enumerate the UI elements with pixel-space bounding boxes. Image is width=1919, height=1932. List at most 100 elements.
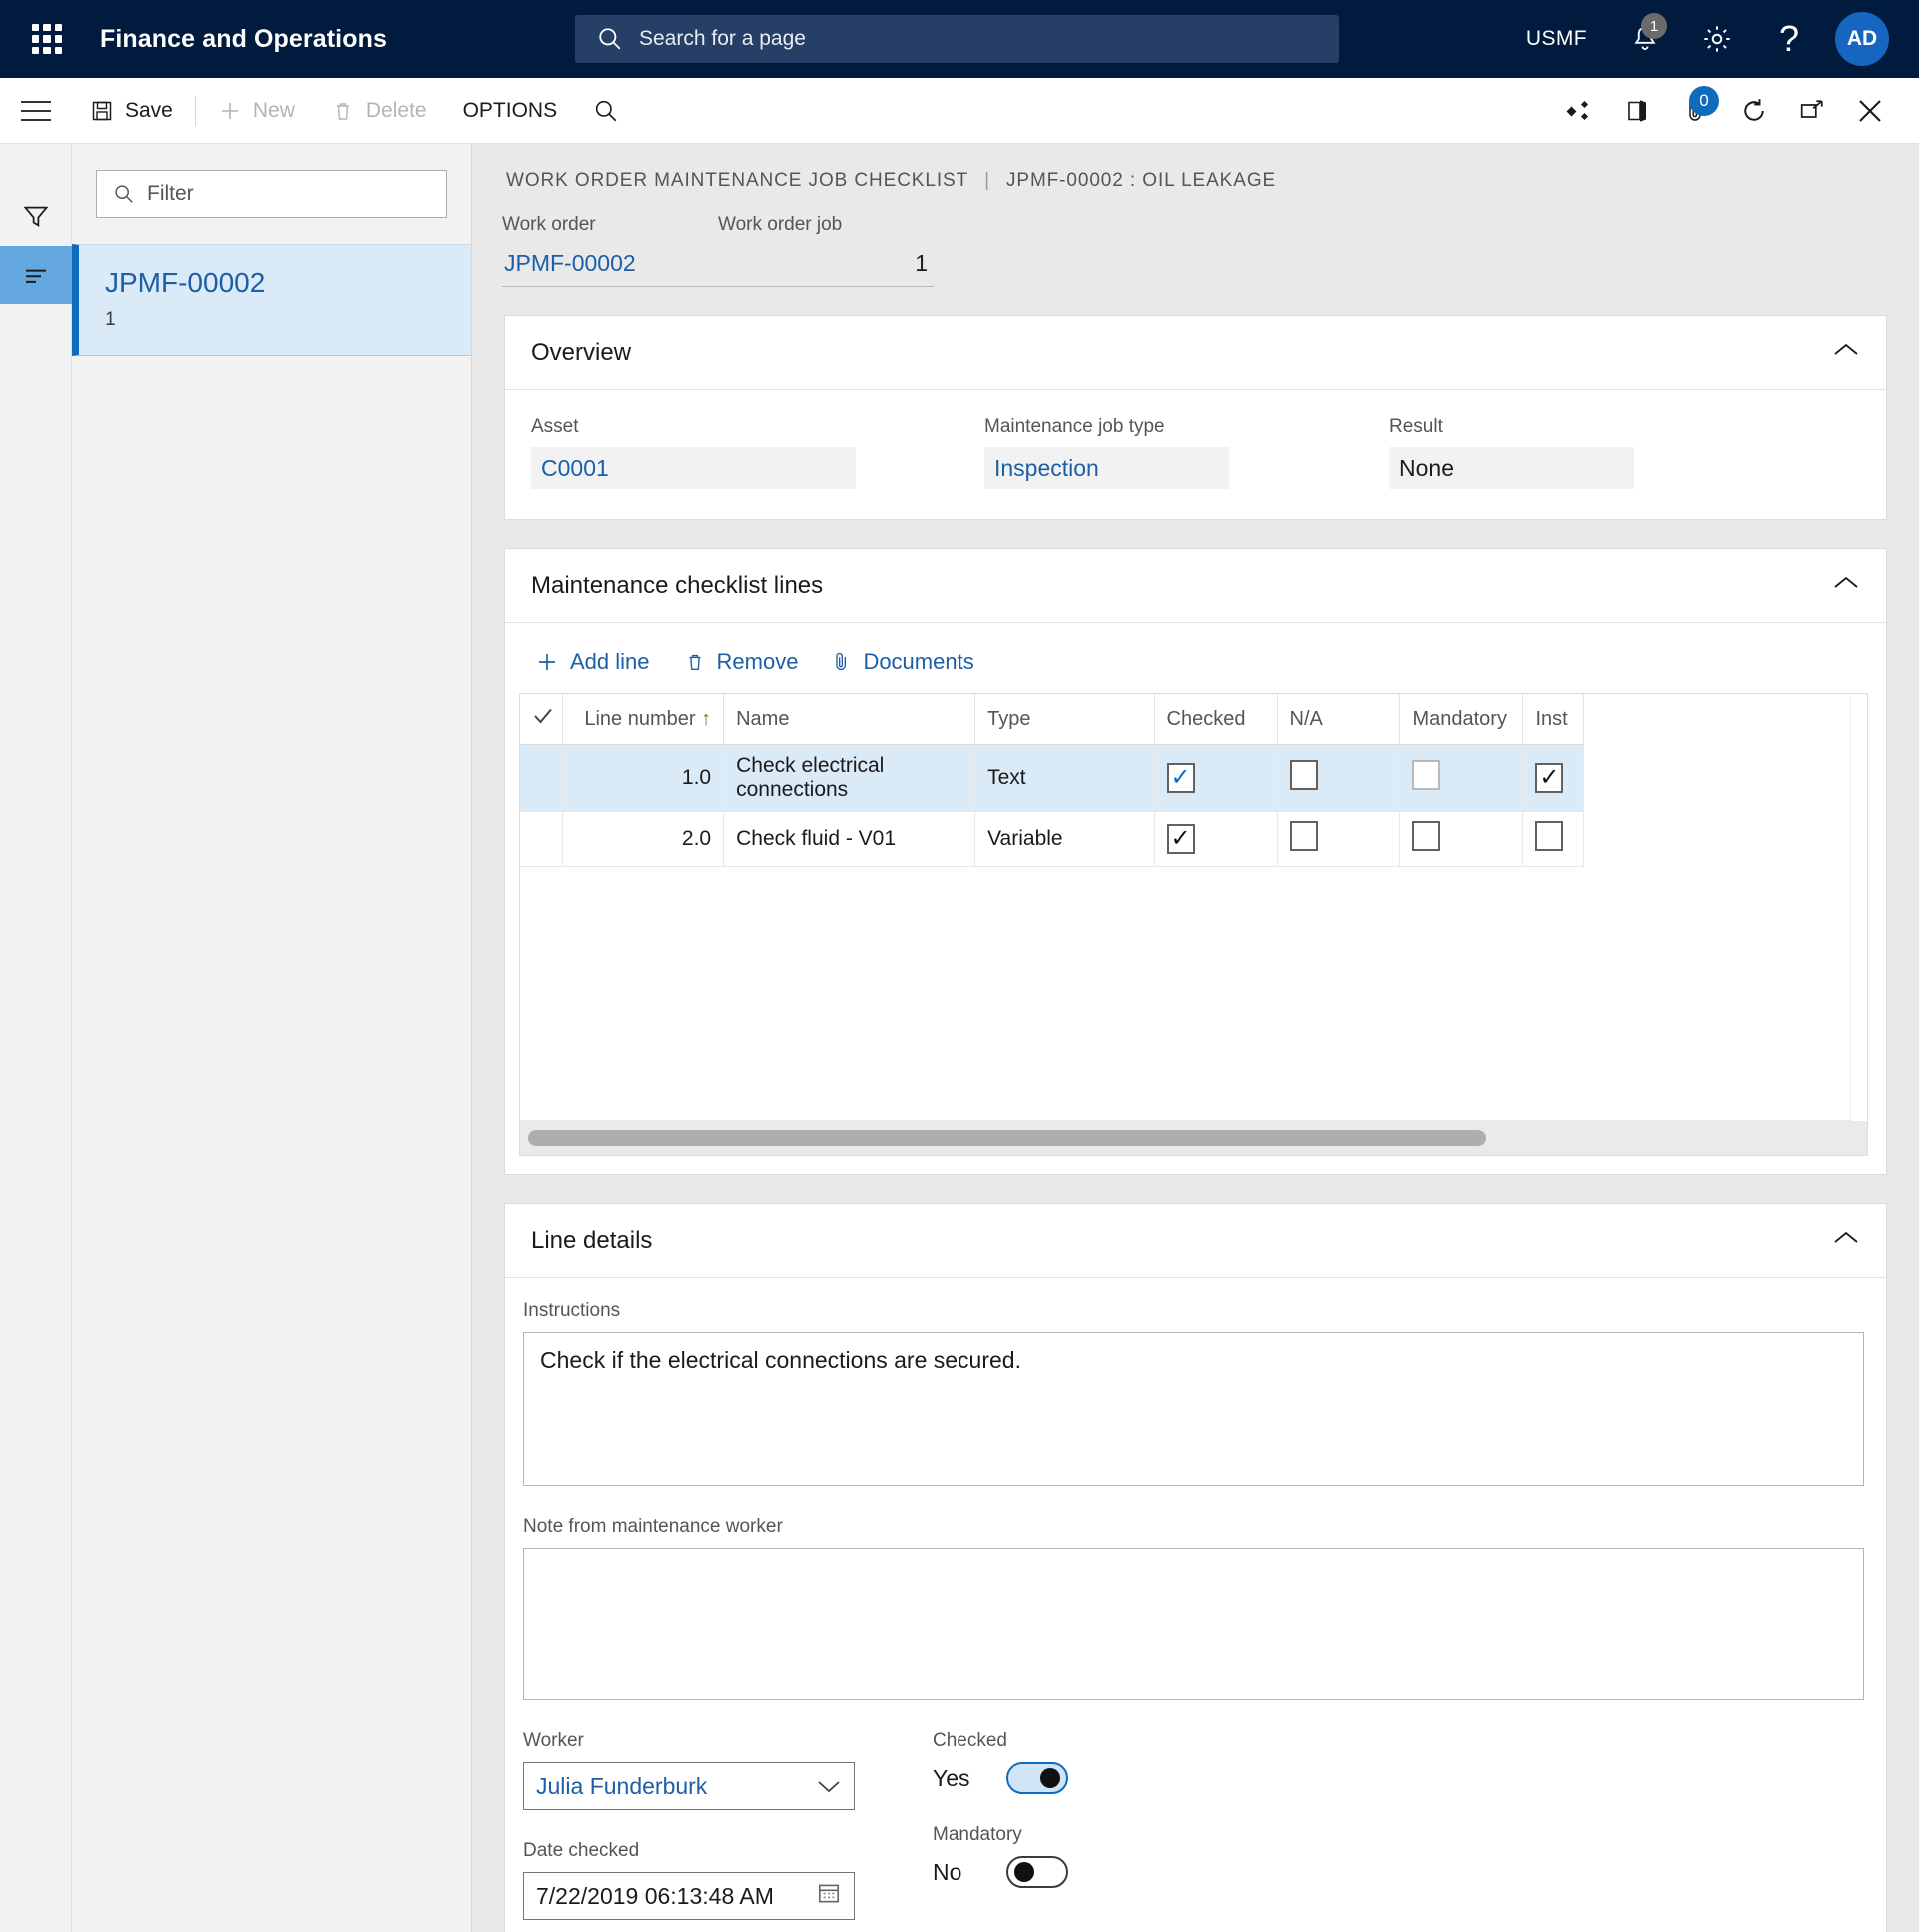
instructions-textarea[interactable]: Check if the electrical connections are … [523, 1332, 1864, 1486]
line-details-title: Line details [531, 1226, 653, 1254]
asset-label: Asset [531, 416, 579, 437]
row-checked-checkbox[interactable]: ✓ [1166, 824, 1195, 854]
popout-window-icon [1800, 99, 1823, 118]
date-checked-label: Date checked [523, 1840, 640, 1861]
row-name[interactable]: Check fluid - V01 [723, 811, 976, 867]
overview-card-header[interactable]: Overview [505, 316, 1886, 390]
attachments-button[interactable]: 0 [1667, 78, 1725, 144]
company-selector[interactable]: USMF [1504, 27, 1609, 51]
work-order-value[interactable]: JPMF-00002 [502, 246, 718, 287]
calendar-icon[interactable] [816, 1880, 842, 1912]
row-checked-checkbox[interactable]: ✓ [1166, 763, 1195, 793]
row-mandatory-cell[interactable] [1399, 811, 1524, 867]
avatar[interactable]: AD [1835, 12, 1889, 66]
row-line-number[interactable]: 2.0 [562, 811, 725, 867]
row-type[interactable]: Variable [974, 811, 1155, 867]
delete-button[interactable]: Delete [313, 78, 445, 144]
row-mandatory-checkbox[interactable] [1412, 821, 1441, 851]
settings-button[interactable] [1681, 0, 1753, 78]
line-details-right-column: Checked Yes Mandatory No [933, 1730, 1252, 1920]
note-textarea[interactable] [523, 1548, 1864, 1700]
row-instructions-checkbox[interactable] [1535, 821, 1564, 851]
toolbar-divider [194, 95, 196, 126]
row-select-cell[interactable] [520, 811, 563, 867]
overview-card: Overview Asset C0001 Maintenance job typ… [504, 315, 1887, 520]
refresh-button[interactable] [1725, 78, 1783, 144]
close-button[interactable] [1841, 78, 1899, 144]
new-button[interactable]: New [200, 78, 313, 144]
row-mandatory-cell[interactable] [1399, 744, 1524, 812]
result-label: Result [1389, 416, 1443, 437]
row-select-cell[interactable] [520, 744, 563, 812]
add-line-button[interactable]: Add line [535, 649, 650, 675]
chevron-up-icon[interactable] [1832, 341, 1860, 364]
rail-filter-button[interactable] [0, 188, 72, 246]
line-details-card-header[interactable]: Line details [505, 1204, 1886, 1278]
hamburger-icon [21, 109, 51, 112]
instructions-header[interactable]: Inst [1522, 694, 1584, 745]
type-header[interactable]: Type [974, 694, 1155, 745]
chevron-up-icon[interactable] [1832, 1229, 1860, 1252]
popout-button[interactable] [1783, 78, 1841, 144]
horizontal-scrollbar-thumb[interactable] [528, 1130, 1487, 1146]
line-number-header-label: Line number [584, 707, 696, 730]
row-instructions-cell[interactable]: ✓ [1522, 744, 1584, 812]
chevron-up-icon[interactable] [1832, 574, 1860, 597]
select-all-header[interactable] [520, 694, 563, 745]
row-checked-cell[interactable]: ✓ [1154, 744, 1278, 812]
date-checked-input[interactable]: 7/22/2019 06:13:48 AM [523, 1872, 855, 1920]
navigation-menu-button[interactable] [0, 78, 72, 144]
left-rail [0, 144, 72, 1932]
mandatory-header[interactable]: Mandatory [1399, 694, 1524, 745]
search-icon [599, 28, 621, 50]
checked-toggle-value: Yes [933, 1764, 970, 1791]
worker-select[interactable]: Julia Funderburk [523, 1762, 855, 1810]
job-type-value[interactable]: Inspection [984, 447, 1229, 489]
notifications-button[interactable]: 1 [1609, 0, 1681, 78]
help-button[interactable]: ? [1753, 0, 1825, 78]
list-pane: Filter JPMF-00002 1 [72, 144, 472, 1932]
checked-header[interactable]: Checked [1154, 694, 1278, 745]
horizontal-scrollbar[interactable] [520, 1121, 1867, 1155]
row-na-checkbox[interactable] [1289, 821, 1318, 851]
work-order-job-value[interactable]: 1 [718, 246, 934, 287]
name-header[interactable]: Name [723, 694, 976, 745]
row-instructions-checkbox[interactable]: ✓ [1535, 763, 1564, 793]
row-checked-cell[interactable]: ✓ [1154, 811, 1278, 867]
note-label: Note from maintenance worker [523, 1516, 783, 1537]
result-value[interactable]: None [1389, 447, 1634, 489]
breadcrumb-parent[interactable]: WORK ORDER MAINTENANCE JOB CHECKLIST [506, 170, 968, 192]
asset-value[interactable]: C0001 [531, 447, 856, 489]
vertical-scrollbar[interactable] [1850, 694, 1867, 1121]
breadcrumb-separator: | [984, 170, 990, 191]
row-name[interactable]: Check electrical connections [723, 744, 976, 812]
checked-toggle[interactable] [1006, 1762, 1068, 1794]
table-row[interactable]: 1.0 Check electrical connections Text ✓ [520, 744, 1584, 812]
pane-search-button[interactable] [575, 78, 637, 144]
na-header[interactable]: N/A [1277, 694, 1401, 745]
personalize-button[interactable] [1551, 78, 1609, 144]
row-instructions-cell[interactable] [1522, 811, 1584, 867]
mandatory-toggle[interactable] [1006, 1856, 1068, 1888]
row-line-number[interactable]: 1.0 [562, 744, 725, 812]
open-in-office-button[interactable] [1609, 78, 1667, 144]
filter-input[interactable]: Filter [96, 170, 447, 218]
global-search-input[interactable]: Search for a page [575, 15, 1339, 63]
table-row[interactable]: 2.0 Check fluid - V01 Variable ✓ [520, 811, 1584, 867]
row-na-cell[interactable] [1277, 744, 1401, 812]
options-button[interactable]: OPTIONS [445, 78, 576, 144]
checklist-card-header[interactable]: Maintenance checklist lines [505, 549, 1886, 623]
work-order-job-field: Work order job 1 [718, 214, 934, 287]
row-na-cell[interactable] [1277, 811, 1401, 867]
line-number-header[interactable]: Line number ↑ [562, 694, 725, 745]
row-mandatory-checkbox[interactable] [1412, 760, 1441, 790]
documents-button[interactable]: Documents [832, 649, 974, 675]
app-launcher-icon[interactable] [26, 18, 68, 60]
rail-list-button[interactable] [0, 246, 72, 304]
save-button[interactable]: Save [72, 78, 191, 144]
overview-card-body: Asset C0001 Maintenance job type Inspect… [505, 390, 1886, 519]
remove-button[interactable]: Remove [684, 649, 798, 675]
row-na-checkbox[interactable] [1289, 760, 1318, 790]
list-item[interactable]: JPMF-00002 1 [72, 244, 471, 356]
row-type[interactable]: Text [974, 744, 1155, 812]
